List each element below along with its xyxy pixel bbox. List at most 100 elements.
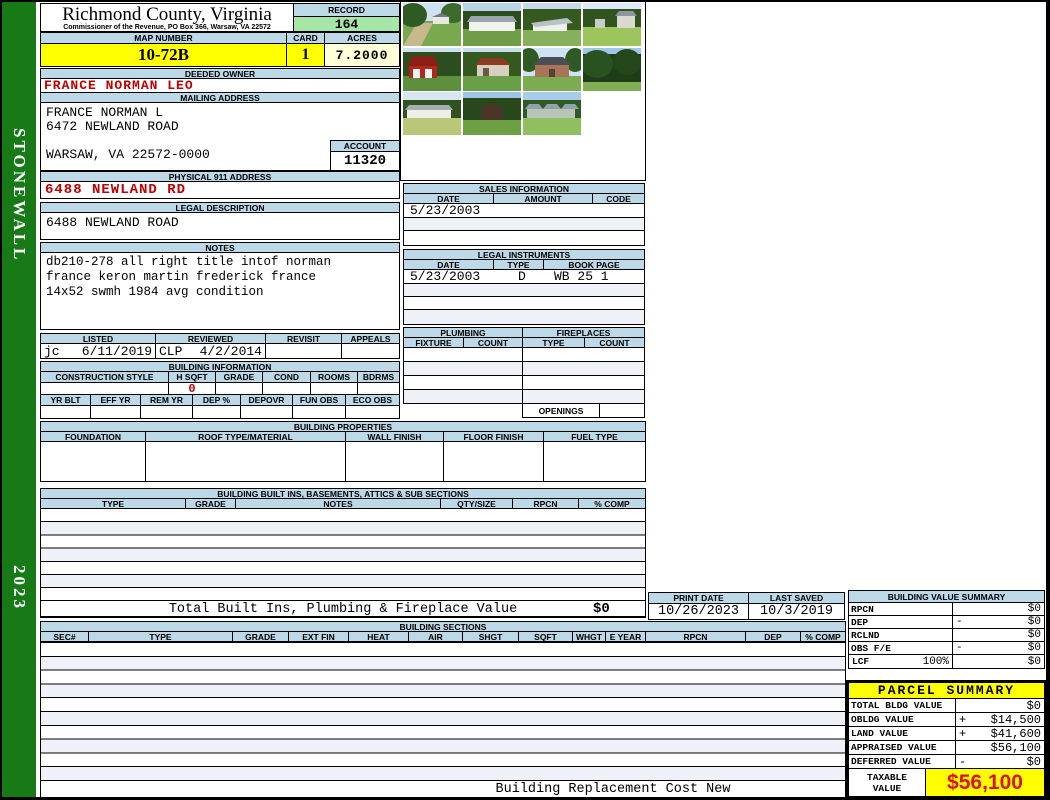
li-type: D [518, 269, 526, 284]
record-value[interactable]: 164 [293, 16, 400, 32]
building-replacement-label: Building Replacement Cost New [495, 782, 731, 797]
bvs-op: - [956, 642, 963, 654]
mailing-line-3[interactable]: WARSAW, VA 22572-0000 [46, 147, 210, 162]
bvs-label-obs: OBS F/E [848, 641, 953, 655]
account-value[interactable]: 11320 [330, 151, 400, 171]
li-bookpage: WB 25 1 [554, 269, 609, 284]
card-value[interactable]: 1 [286, 43, 325, 67]
ps-value-total-bldg: $0 [955, 698, 1045, 713]
built-ins-total-value: $0 [593, 601, 610, 617]
notes-line-3[interactable]: 14x52 swmh 1984 avg condition [46, 285, 264, 299]
eff-yr-value[interactable] [90, 405, 141, 419]
col-shgt: SHGT [462, 631, 519, 642]
sales-row-1[interactable]: 5/23/2003 [403, 203, 645, 218]
property-photo-10[interactable] [463, 92, 521, 135]
ps-label-deferred: DEFERRED VALUE [848, 754, 956, 769]
col-ext-fin: EXT FIN [288, 631, 349, 642]
fireplaces-row-3[interactable] [522, 375, 645, 390]
property-photo-2[interactable] [463, 3, 521, 46]
col-bs-type: TYPE [88, 631, 233, 642]
property-photo-11[interactable] [523, 92, 581, 135]
built-ins-empty-rows[interactable] [40, 508, 646, 601]
fireplaces-row-2[interactable] [522, 361, 645, 376]
wall-finish-value[interactable] [345, 441, 444, 482]
fireplaces-row-4[interactable] [522, 389, 645, 404]
reviewed-value[interactable]: CLP 4/2/2014 [155, 343, 266, 359]
parcel-summary-title: PARCEL SUMMARY [848, 682, 1045, 699]
ps-value-appraised: $56,100 [955, 740, 1045, 755]
bvs-lcf-label: LCF [852, 656, 870, 667]
openings-value[interactable] [599, 403, 645, 418]
property-photo-9[interactable] [403, 92, 461, 135]
print-date-value: 10/26/2023 [648, 603, 749, 620]
property-photo-3[interactable] [523, 3, 581, 46]
property-photo-1[interactable] [403, 3, 461, 46]
col-bs-rpcn: RPCN [645, 631, 746, 642]
tax-year: 2023 [10, 565, 29, 611]
property-photo-7[interactable] [523, 48, 581, 91]
sales-row-2[interactable] [403, 217, 645, 231]
ps-op: + [959, 726, 967, 741]
bvs-value-dep: - $0 [952, 615, 1045, 629]
fuel-type-value[interactable] [543, 441, 646, 482]
col-sqft: SQFT [518, 631, 573, 642]
revisit-value[interactable] [265, 343, 342, 359]
listed-value[interactable]: jc 6/11/2019 [40, 343, 156, 359]
property-photo-8[interactable] [583, 48, 641, 91]
mailing-line-1[interactable]: FRANCE NORMAN L [46, 105, 163, 120]
bvs-amount: $0 [1027, 616, 1041, 628]
sales-row-3[interactable] [403, 230, 645, 246]
record-label: RECORD [293, 3, 400, 17]
physical-address-value[interactable]: 6488 NEWLAND RD [40, 181, 400, 199]
li-row-3[interactable] [403, 296, 645, 310]
eco-obs-value[interactable] [345, 405, 400, 419]
plumbing-row-4[interactable] [403, 389, 523, 404]
rem-yr-value[interactable] [140, 405, 193, 419]
reviewed-date: 4/2/2014 [199, 343, 262, 359]
li-row-2[interactable] [403, 283, 645, 297]
mailing-line-2[interactable]: 6472 NEWLAND ROAD [46, 119, 179, 134]
plumbing-row-1[interactable] [403, 347, 523, 362]
col-sec: SEC# [40, 631, 89, 642]
ps-label-land: LAND VALUE [848, 726, 956, 741]
appeals-value[interactable] [341, 343, 400, 359]
fireplaces-row-1[interactable] [522, 347, 645, 362]
building-sections-empty-rows[interactable] [40, 642, 846, 781]
li-row-1[interactable]: 5/23/2003 D WB 25 1 [403, 269, 645, 284]
li-row-4[interactable] [403, 309, 645, 325]
dep-pct-value[interactable] [192, 405, 241, 419]
county-subtitle: Commissioner of the Revenue, PO Box 366,… [63, 23, 271, 31]
bvs-value-rpcn: $0 [952, 602, 1045, 616]
foundation-value[interactable] [40, 441, 146, 482]
bvs-op: - [956, 616, 963, 628]
bvs-amount: $0 [1027, 603, 1041, 615]
deeded-owner-value[interactable]: FRANCE NORMAN LEO [40, 78, 400, 93]
bvs-lcf-pct: 100% [922, 655, 949, 668]
legal-description-value[interactable]: 6488 NEWLAND ROAD [40, 212, 400, 240]
reviewed-by: CLP [159, 343, 183, 359]
acres-value[interactable]: 7.2000 [324, 43, 400, 67]
floor-finish-value[interactable] [443, 441, 544, 482]
ps-label-appraised: APPRAISED VALUE [848, 740, 956, 755]
fun-obs-value[interactable] [292, 405, 346, 419]
ps-value-deferred: - $0 [955, 754, 1045, 769]
bvs-amount: $0 [1027, 629, 1041, 641]
plumbing-row-2[interactable] [403, 361, 523, 376]
property-photo-6[interactable] [463, 48, 521, 91]
ps-amount: $14,500 [990, 712, 1041, 727]
notes-line-1[interactable]: db210-278 all right title intof norman [46, 255, 331, 269]
notes-line-2[interactable]: france keron martin frederick france [46, 270, 316, 284]
property-photo-5[interactable] [403, 48, 461, 91]
ps-amount: $0 [1026, 698, 1041, 713]
bvs-value-rclnd: $0 [952, 628, 1045, 642]
yr-blt-value[interactable] [40, 405, 91, 419]
depovr-value[interactable] [240, 405, 293, 419]
ps-amount: $41,600 [990, 726, 1041, 741]
plumbing-row-3[interactable] [403, 375, 523, 390]
property-photo-4[interactable] [583, 3, 641, 46]
bvs-amount: $0 [1027, 642, 1041, 654]
roof-type-value[interactable] [145, 441, 346, 482]
col-bs-grade: GRADE [232, 631, 289, 642]
map-number-value[interactable]: 10-72B [40, 43, 287, 67]
county-title-box: Richmond County, Virginia Commissioner o… [40, 3, 294, 32]
